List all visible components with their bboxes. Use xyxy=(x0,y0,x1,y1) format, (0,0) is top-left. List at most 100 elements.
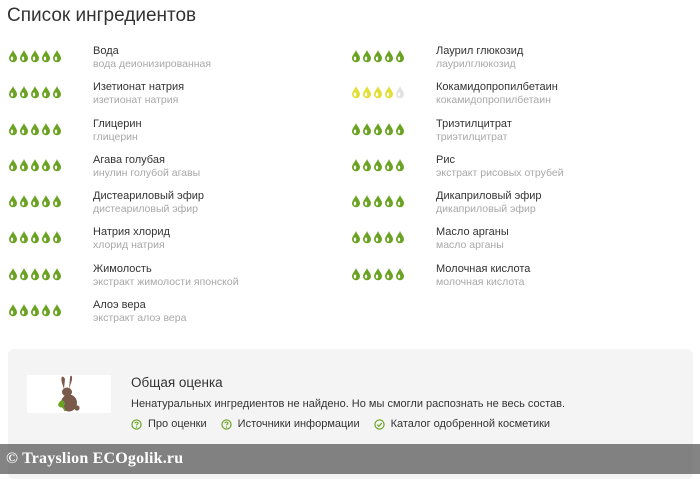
ingredient-item[interactable]: Глицерин глицерин xyxy=(8,117,308,153)
ingredient-inci-name: вода деионизированная xyxy=(93,58,212,70)
drop-icon xyxy=(385,230,393,244)
page-title: Список ингредиентов xyxy=(7,5,197,26)
ingredient-item[interactable]: Жимолость экстракт жимолости японской xyxy=(8,262,308,298)
drop-icon xyxy=(42,85,50,99)
drop-icon xyxy=(20,267,28,281)
ingredient-item[interactable]: Лаурил глюкозид лаурилглюкозид xyxy=(351,44,651,80)
watermark-bar: © Trayslion ECOgolik.ru xyxy=(0,444,700,474)
drop-icon xyxy=(31,267,39,281)
drop-icon xyxy=(53,85,61,99)
drop-icon xyxy=(396,230,404,244)
ingredient-item[interactable]: Рис экстракт рисовых отрубей xyxy=(351,153,651,189)
drop-icon xyxy=(20,85,28,99)
ingredient-item[interactable]: Агава голубая инулин голубой агавы xyxy=(8,153,308,189)
summary-title: Общая оценка xyxy=(131,375,223,390)
ingredient-name: Вода xyxy=(93,45,119,57)
drop-icon xyxy=(42,158,50,172)
ingredient-text: Кокамидопропилбетаин кокамидопропилбетаин xyxy=(436,80,558,107)
ingredients-column-left: Вода вода деионизированная Изетионат натри… xyxy=(8,44,308,334)
approved-catalog-link[interactable]: Каталог одобренной косметики xyxy=(373,418,550,430)
question-icon xyxy=(220,418,232,430)
ingredient-name: Молочная кислота xyxy=(436,262,531,275)
drop-icon xyxy=(42,194,50,208)
ingredient-rating xyxy=(8,158,62,172)
drop-icon xyxy=(9,49,17,63)
drop-icon xyxy=(20,230,28,244)
sources-link[interactable]: Источники информации xyxy=(220,418,360,430)
ingredient-item[interactable]: Дистеариловый эфир дистеариловый эфир xyxy=(8,189,308,225)
drop-icon xyxy=(363,194,371,208)
drop-icon xyxy=(20,303,28,317)
ingredient-text: Дикаприловый эфир дикаприловый эфир xyxy=(436,189,542,216)
drop-icon xyxy=(396,49,404,63)
ingredient-name: Масло арганы xyxy=(436,226,509,239)
ingredient-rating xyxy=(8,230,62,244)
ingredient-rating xyxy=(351,49,405,63)
ingredient-text: Молочная кислота молочная кислота xyxy=(436,262,530,289)
ingredient-text: Рис экстракт рисовых отрубей xyxy=(436,153,564,180)
ingredient-name: Изетионат натрия xyxy=(93,81,185,94)
ingredient-text: Масло арганы масло арганы xyxy=(436,225,509,252)
ingredient-item[interactable]: Масло арганы масло арганы xyxy=(351,225,651,261)
drop-icon xyxy=(374,49,382,63)
drop-icon xyxy=(363,267,371,281)
rabbit-logo-icon xyxy=(58,375,80,412)
ingredient-inci-name: молочная кислота xyxy=(436,275,525,288)
ingredient-text: Жимолость экстракт жимолости японской xyxy=(93,262,239,289)
drop-icon xyxy=(31,122,39,135)
ingredient-rating xyxy=(8,122,62,136)
logo xyxy=(27,375,111,413)
drop-icon xyxy=(352,267,360,281)
ingredient-item[interactable]: Алоэ вера экстракт алоэ вера xyxy=(8,298,308,334)
drop-icon xyxy=(31,194,39,208)
ingredient-rating xyxy=(351,194,405,208)
drop-icon xyxy=(53,194,61,208)
drop-icon xyxy=(396,122,404,135)
drop-icon xyxy=(374,158,382,172)
drop-icon xyxy=(374,230,382,244)
about-ratings-link[interactable]: Про оценки xyxy=(131,418,207,430)
ingredient-item[interactable]: Молочная кислота молочная кислота xyxy=(351,262,651,298)
ingredient-text: Дистеариловый эфир дистеариловый эфир xyxy=(93,189,204,216)
drop-icon xyxy=(374,85,382,99)
ingredient-item[interactable]: Натрия хлорид хлорид натрия xyxy=(8,225,308,261)
drop-icon xyxy=(9,230,17,244)
ingredient-rating xyxy=(351,158,405,172)
summary-links: Про оценки Источники информации Каталог … xyxy=(131,418,550,430)
ingredient-inci-name: масло арганы xyxy=(436,239,504,252)
ingredient-name: Натрия хлорид xyxy=(93,226,170,239)
ingredient-item[interactable]: Кокамидопропилбетаин кокамидопропилбетаин xyxy=(351,80,651,116)
drop-icon xyxy=(352,158,360,172)
ingredient-name: Агава голубая xyxy=(93,153,165,166)
ingredient-item[interactable]: Вода вода деионизированная xyxy=(8,44,308,80)
ingredient-inci-name: лаурилглюкозид xyxy=(436,58,516,70)
ingredient-item[interactable]: Дикаприловый эфир дикаприловый эфир xyxy=(351,189,651,225)
ingredient-name: Жимолость xyxy=(93,262,152,275)
drop-icon xyxy=(374,267,382,281)
drop-icon xyxy=(352,230,360,244)
ingredient-item[interactable]: Изетионат натрия изетионат натрия xyxy=(8,80,308,116)
summary-text: Ненатуральных ингредиентов не найдено. Н… xyxy=(131,398,566,410)
drop-icon xyxy=(9,303,17,317)
ingredient-rating xyxy=(351,267,405,281)
drop-icon xyxy=(9,85,17,99)
drop-icon xyxy=(42,267,50,281)
ingredient-item[interactable]: Триэтилцитрат триэтилцитрат xyxy=(351,117,651,153)
drop-icon xyxy=(363,122,371,135)
drop-icon xyxy=(31,230,39,244)
question-icon xyxy=(131,418,142,430)
drop-icon xyxy=(352,49,360,63)
drop-icon xyxy=(42,303,50,317)
ingredient-text: Агава голубая инулин голубой агавы xyxy=(93,153,200,180)
ingredient-inci-name: изетионат натрия xyxy=(93,94,179,107)
ingredient-rating xyxy=(8,194,62,208)
drop-icon xyxy=(396,85,404,99)
drop-icon xyxy=(396,267,404,281)
drop-icon xyxy=(9,194,17,208)
drop-icon xyxy=(53,158,61,172)
drop-icon xyxy=(374,194,382,208)
ingredient-rating xyxy=(8,85,62,99)
drop-icon xyxy=(352,122,360,135)
ingredient-inci-name: дикаприловый эфир xyxy=(436,203,536,216)
ingredient-name: Рис xyxy=(436,153,455,166)
